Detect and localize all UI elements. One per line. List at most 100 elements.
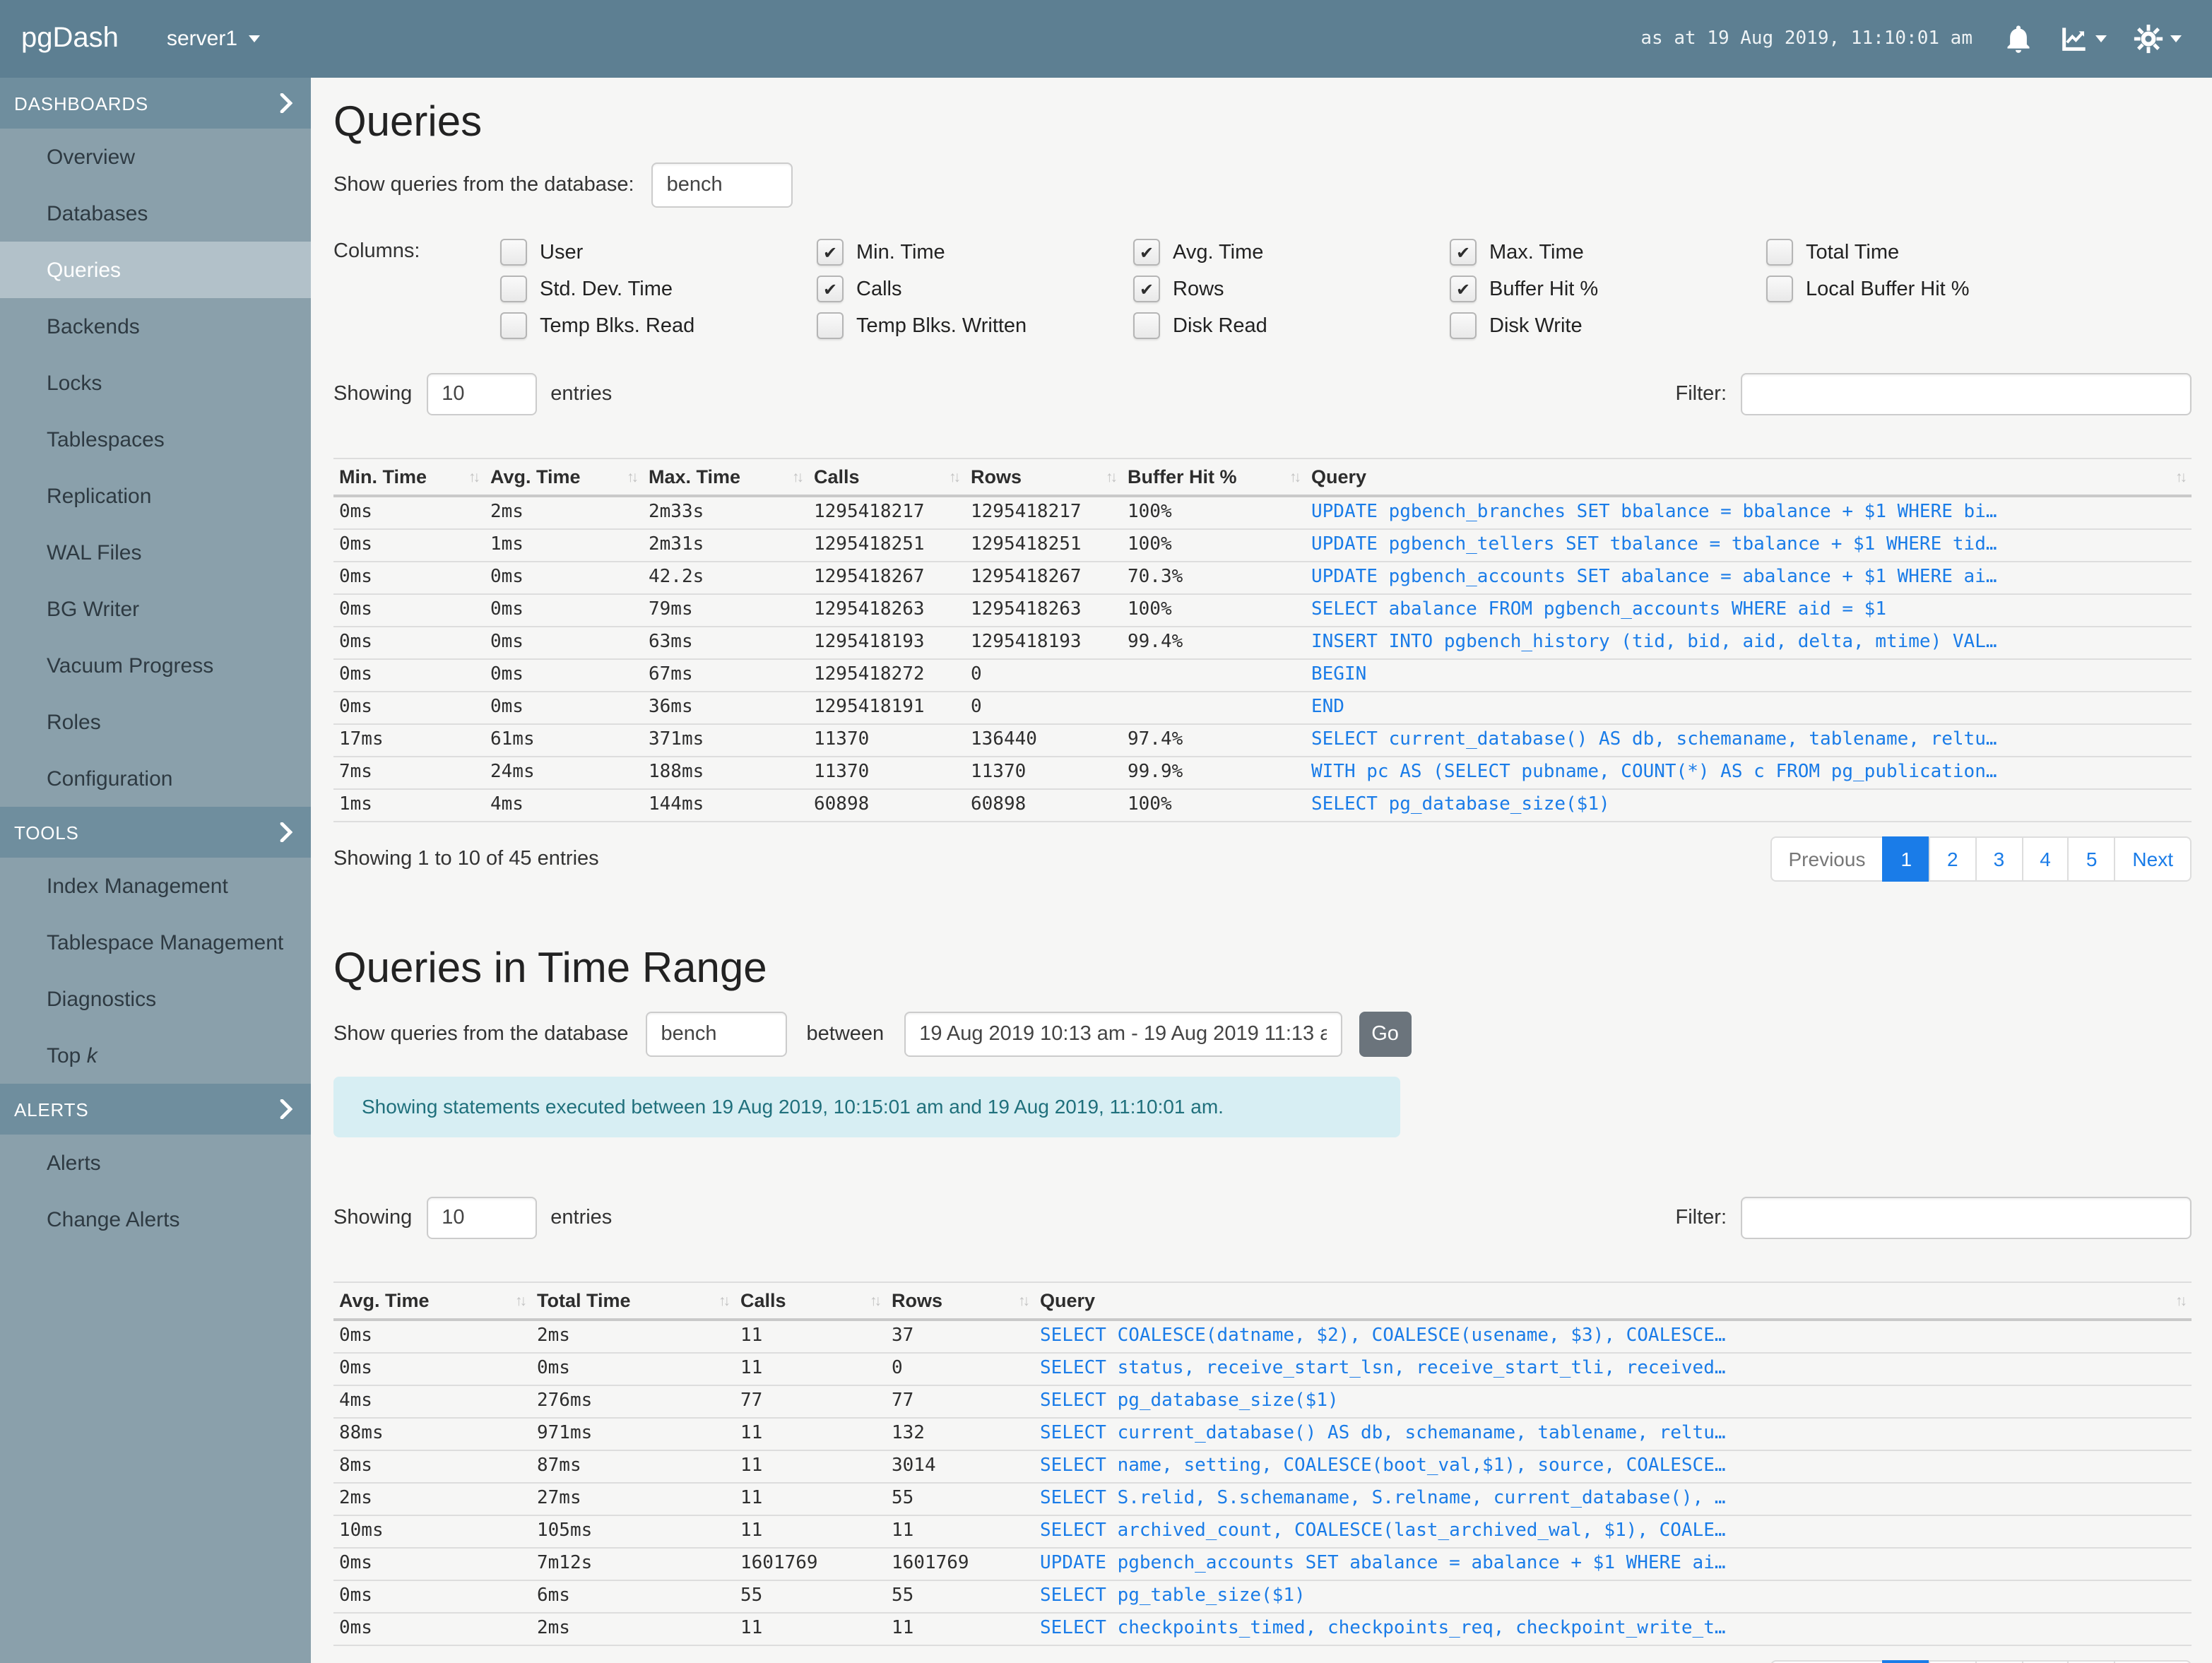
page-button-4[interactable]: 4 — [2021, 1660, 2069, 1663]
go-button[interactable]: Go — [1359, 1012, 1412, 1057]
query-link[interactable]: UPDATE pgbench_accounts SET abalance = a… — [1040, 1553, 1726, 1574]
query-link[interactable]: SELECT current_database() AS db, scheman… — [1040, 1423, 1726, 1444]
settings-gear-menu[interactable] — [2134, 24, 2182, 54]
sidebar-item-databases[interactable]: Databases — [0, 185, 311, 242]
sort-icon[interactable]: ↑↓ — [949, 468, 962, 485]
query-link[interactable]: END — [1311, 697, 1344, 718]
page-button-5[interactable]: 5 — [2067, 836, 2116, 882]
database-input[interactable] — [645, 1012, 787, 1057]
charts-menu-button[interactable] — [2059, 25, 2107, 53]
sort-icon[interactable]: ↑↓ — [515, 1292, 528, 1309]
query-link[interactable]: INSERT INTO pgbench_history (tid, bid, a… — [1311, 632, 1997, 653]
sidebar-item-tablespace-management[interactable]: Tablespace Management — [0, 914, 311, 971]
sidebar-item-alerts[interactable]: Alerts — [0, 1135, 311, 1191]
sidebar-item-wal-files[interactable]: WAL Files — [0, 524, 311, 581]
column-header-query[interactable]: Query ↑↓ — [1306, 458, 2192, 497]
sidebar-item-queries[interactable]: Queries — [0, 242, 311, 298]
checkbox-min-time[interactable]: ✔ Min. Time — [817, 239, 1133, 266]
page-button-previous[interactable]: Previous — [1770, 836, 1884, 882]
page-button-3[interactable]: 3 — [1975, 1660, 2023, 1663]
checkbox-avg-time[interactable]: ✔ Avg. Time — [1133, 239, 1450, 266]
sidebar-item-backends[interactable]: Backends — [0, 298, 311, 355]
column-header-buffer-hit[interactable]: Buffer Hit % ↑↓ — [1122, 458, 1306, 497]
sidebar-section-tools[interactable]: TOOLS — [0, 807, 311, 858]
column-header-avg-time[interactable]: Avg. Time ↑↓ — [485, 458, 643, 497]
checkbox-rows[interactable]: ✔ Rows — [1133, 276, 1450, 302]
sort-icon[interactable]: ↑↓ — [870, 1292, 883, 1309]
query-link[interactable]: WITH pc AS (SELECT pubname, COUNT(*) AS … — [1311, 762, 1997, 783]
checkbox-buffer-hit[interactable]: ✔ Buffer Hit % — [1450, 276, 1766, 302]
column-header-calls[interactable]: Calls ↑↓ — [808, 458, 965, 497]
page-button-1[interactable]: 1 — [1882, 1660, 1931, 1663]
query-link[interactable]: UPDATE pgbench_branches SET bbalance = b… — [1311, 502, 1997, 523]
filter-input[interactable] — [1741, 373, 2192, 415]
sidebar-item-locks[interactable]: Locks — [0, 355, 311, 411]
query-link[interactable]: BEGIN — [1311, 664, 1366, 685]
sidebar-item-configuration[interactable]: Configuration — [0, 750, 311, 807]
column-header-avg-time[interactable]: Avg. Time ↑↓ — [333, 1282, 531, 1321]
query-link[interactable]: SELECT S.relid, S.schemaname, S.relname,… — [1040, 1488, 1726, 1509]
page-button-1[interactable]: 1 — [1882, 836, 1931, 882]
query-link[interactable]: SELECT checkpoints_timed, checkpoints_re… — [1040, 1618, 1726, 1639]
query-link[interactable]: UPDATE pgbench_accounts SET abalance = a… — [1311, 567, 1997, 588]
filter-input[interactable] — [1741, 1197, 2192, 1239]
sidebar-item-bg-writer[interactable]: BG Writer — [0, 581, 311, 637]
sort-icon[interactable]: ↑↓ — [1289, 468, 1303, 485]
sidebar-section-alerts[interactable]: ALERTS — [0, 1084, 311, 1135]
page-button-next[interactable]: Next — [2114, 1660, 2192, 1663]
sidebar-item-top-k[interactable]: Top k — [0, 1027, 311, 1084]
notifications-bell-icon[interactable] — [2005, 24, 2032, 54]
sort-icon[interactable]: ↑↓ — [1106, 468, 1119, 485]
query-link[interactable]: SELECT pg_database_size($1) — [1040, 1390, 1339, 1412]
sidebar-item-overview[interactable]: Overview — [0, 129, 311, 185]
sort-icon[interactable]: ↑↓ — [468, 468, 482, 485]
sidebar-item-vacuum-progress[interactable]: Vacuum Progress — [0, 637, 311, 694]
query-link[interactable]: SELECT pg_database_size($1) — [1311, 794, 1610, 815]
page-button-2[interactable]: 2 — [1929, 836, 1977, 882]
sidebar-section-dashboards[interactable]: DASHBOARDS — [0, 78, 311, 129]
sort-icon[interactable]: ↑↓ — [2175, 468, 2189, 485]
query-link[interactable]: SELECT status, receive_start_lsn, receiv… — [1040, 1358, 1726, 1379]
checkbox-max-time[interactable]: ✔ Max. Time — [1450, 239, 1766, 266]
column-header-min-time[interactable]: Min. Time ↑↓ — [333, 458, 485, 497]
checkbox-calls[interactable]: ✔ Calls — [817, 276, 1133, 302]
column-header-max-time[interactable]: Max. Time ↑↓ — [643, 458, 808, 497]
time-range-input[interactable] — [904, 1012, 1342, 1057]
sort-icon[interactable]: ↑↓ — [718, 1292, 732, 1309]
query-link[interactable]: SELECT archived_count, COALESCE(last_arc… — [1040, 1520, 1726, 1541]
sort-icon[interactable]: ↑↓ — [792, 468, 805, 485]
database-input[interactable] — [651, 162, 793, 208]
page-button-3[interactable]: 3 — [1975, 836, 2023, 882]
checkbox-disk-read[interactable]: Disk Read — [1133, 312, 1450, 339]
page-button-2[interactable]: 2 — [1929, 1660, 1977, 1663]
page-button-5[interactable]: 5 — [2067, 1660, 2116, 1663]
query-link[interactable]: SELECT abalance FROM pgbench_accounts WH… — [1311, 599, 1886, 620]
checkbox-std-dev-time[interactable]: Std. Dev. Time — [500, 276, 817, 302]
checkbox-temp-blks-read[interactable]: Temp Blks. Read — [500, 312, 817, 339]
checkbox-user[interactable]: User — [500, 239, 817, 266]
query-link[interactable]: UPDATE pgbench_tellers SET tbalance = tb… — [1311, 534, 1997, 555]
query-link[interactable]: SELECT name, setting, COALESCE(boot_val,… — [1040, 1455, 1726, 1476]
app-logo[interactable]: pgDash — [0, 23, 167, 55]
checkbox-local-buffer-hit[interactable]: Local Buffer Hit % — [1766, 276, 2083, 302]
sidebar-item-roles[interactable]: Roles — [0, 694, 311, 750]
sort-icon[interactable]: ↑↓ — [1018, 1292, 1031, 1309]
sidebar-item-tablespaces[interactable]: Tablespaces — [0, 411, 311, 468]
query-link[interactable]: SELECT COALESCE(datname, $2), COALESCE(u… — [1040, 1325, 1726, 1347]
sidebar-item-replication[interactable]: Replication — [0, 468, 311, 524]
column-header-total-time[interactable]: Total Time ↑↓ — [531, 1282, 735, 1321]
page-size-input[interactable] — [426, 1197, 537, 1239]
page-button-4[interactable]: 4 — [2021, 836, 2069, 882]
sidebar-item-diagnostics[interactable]: Diagnostics — [0, 971, 311, 1027]
page-button-previous[interactable]: Previous — [1770, 1660, 1884, 1663]
checkbox-temp-blks-written[interactable]: Temp Blks. Written — [817, 312, 1133, 339]
sort-icon[interactable]: ↑↓ — [627, 468, 640, 485]
column-header-rows[interactable]: Rows ↑↓ — [886, 1282, 1034, 1321]
column-header-rows[interactable]: Rows ↑↓ — [965, 458, 1122, 497]
checkbox-total-time[interactable]: Total Time — [1766, 239, 2083, 266]
sidebar-item-change-alerts[interactable]: Change Alerts — [0, 1191, 311, 1248]
column-header-calls[interactable]: Calls ↑↓ — [735, 1282, 886, 1321]
query-link[interactable]: SELECT pg_table_size($1) — [1040, 1585, 1306, 1606]
column-header-query[interactable]: Query ↑↓ — [1034, 1282, 2192, 1321]
sidebar-item-index-management[interactable]: Index Management — [0, 858, 311, 914]
